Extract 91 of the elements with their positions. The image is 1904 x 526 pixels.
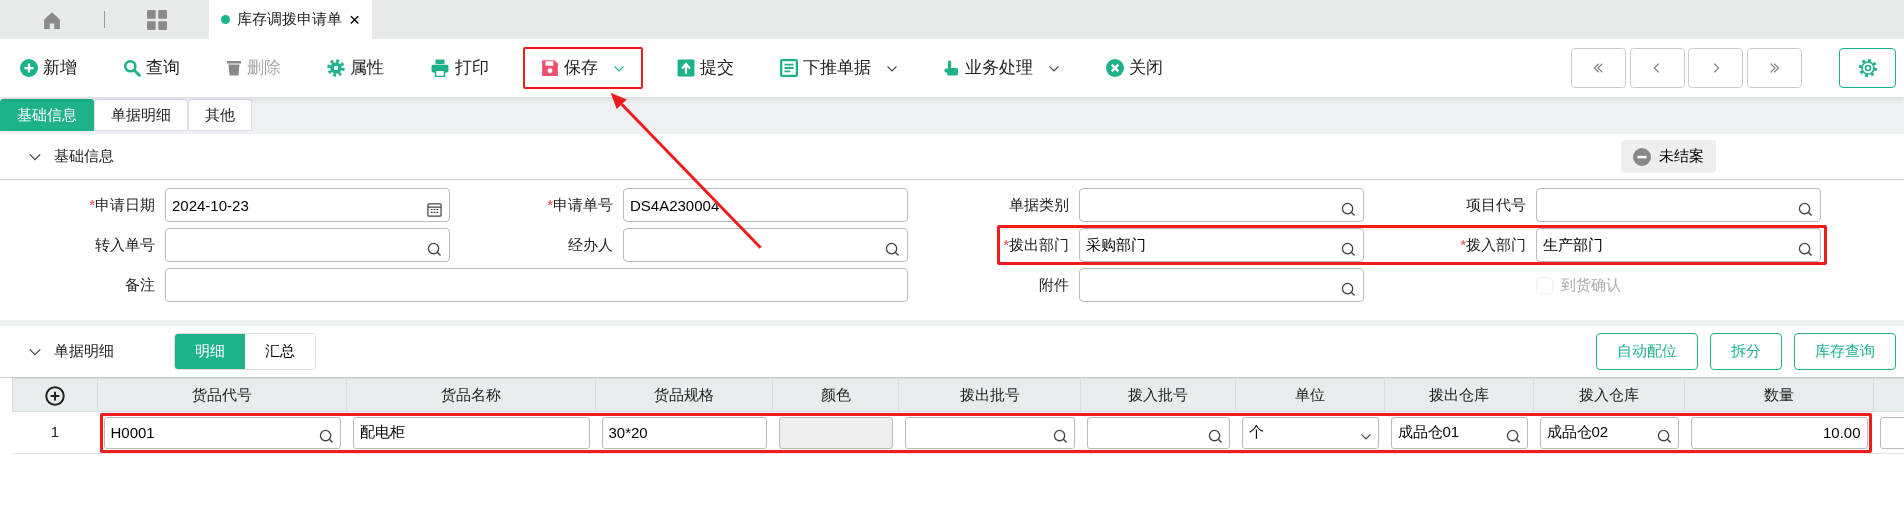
input-field[interactable]: 配电柜 — [352, 416, 590, 449]
field-label: *拨出部门 — [1003, 234, 1069, 255]
print-button[interactable]: 打印 — [418, 47, 501, 89]
status-dot-icon — [221, 15, 230, 24]
input-field[interactable] — [904, 416, 1075, 449]
field-label: 备注 — [125, 274, 155, 295]
column-header: 货品规格 — [595, 378, 773, 412]
input-field[interactable]: 2024-10-23 — [165, 188, 450, 222]
home-icon — [42, 10, 62, 29]
field-label: *拨入部门 — [1460, 234, 1526, 255]
checkbox-label: 到货确认 — [1561, 274, 1621, 295]
input-field[interactable] — [1079, 268, 1364, 302]
column-header: 颜色 — [772, 378, 899, 412]
search-icon — [1341, 281, 1356, 297]
section-title: 基础信息 — [54, 146, 114, 167]
printer-icon — [430, 59, 450, 77]
section-title: 单据明细 — [54, 341, 114, 362]
field-label: 经办人 — [568, 234, 613, 255]
column-header: 数量 — [1684, 378, 1874, 412]
next-button[interactable] — [1688, 48, 1744, 88]
upload-icon — [677, 59, 695, 77]
input-field[interactable]: 10.00 — [1690, 416, 1868, 449]
field-label: *申请单号 — [547, 194, 613, 215]
close-button[interactable]: × — [349, 10, 361, 29]
add-icon — [20, 59, 38, 77]
close-icon — [1106, 59, 1124, 77]
previous-button[interactable] — [1629, 48, 1685, 88]
input-field[interactable]: 成品仓01 — [1390, 416, 1528, 449]
first-page-button[interactable] — [1570, 48, 1626, 88]
minus-circle-icon — [1633, 147, 1651, 166]
search-icon — [1052, 429, 1068, 445]
document-tab[interactable]: 库存调拨申请单 × — [209, 0, 373, 39]
input-field[interactable] — [165, 268, 908, 302]
select-field[interactable]: 个 — [1241, 416, 1379, 449]
input-field[interactable]: 生产部门 — [1536, 228, 1821, 262]
form-tab[interactable]: 其他 — [188, 99, 252, 131]
search-icon — [1341, 241, 1356, 257]
column-header: 拨入批号 — [1080, 378, 1236, 412]
search-icon — [1341, 201, 1356, 217]
pointing-hand-icon — [944, 58, 960, 78]
search-icon — [1207, 429, 1223, 445]
column-header: 拨入仓库 — [1533, 378, 1685, 412]
last-page-button[interactable] — [1747, 48, 1802, 88]
field-label: 项目代号 — [1466, 194, 1526, 215]
column-header: 货品名称 — [346, 378, 596, 412]
status-button[interactable]: 未结案 — [1621, 140, 1716, 173]
input-field[interactable] — [1536, 188, 1821, 222]
settings-button[interactable] — [1839, 48, 1896, 88]
push-button[interactable]: 下推单据 — [768, 47, 910, 89]
column-header: 拨出批号 — [898, 378, 1081, 412]
field-label: 单据类别 — [1009, 194, 1069, 215]
field-label: 附件 — [1039, 274, 1069, 295]
search-icon — [885, 241, 900, 257]
column-header: 单位 — [1235, 378, 1385, 412]
calendar-icon — [427, 201, 442, 217]
search-icon — [1505, 429, 1521, 445]
input-field[interactable]: 采购部门 — [1079, 228, 1364, 262]
input-field[interactable]: 30*20 — [601, 416, 767, 449]
column-header: 拨出仓库 — [1384, 378, 1534, 412]
document-icon — [780, 59, 798, 77]
gear-icon — [327, 59, 345, 77]
search-icon — [1656, 429, 1672, 445]
search-icon — [427, 241, 442, 257]
field-label: 转入单号 — [95, 234, 155, 255]
add-row-icon[interactable] — [45, 385, 65, 406]
add-button[interactable]: 新增 — [8, 47, 89, 89]
query-button[interactable]: 查询 — [111, 47, 192, 89]
input-field[interactable]: DS4A230004 — [623, 188, 908, 222]
tab-label: 库存调拨申请单 — [237, 9, 342, 30]
process-button[interactable]: 业务处理 — [932, 47, 1072, 89]
submit-button[interactable]: 提交 — [665, 47, 746, 89]
trash-icon — [226, 59, 242, 77]
field-label: *申请日期 — [89, 194, 155, 215]
input-field[interactable] — [165, 228, 450, 262]
input-field[interactable] — [1086, 416, 1230, 449]
save-button[interactable]: 保存 — [523, 47, 643, 89]
input-field[interactable]: 成品仓02 — [1539, 416, 1679, 449]
close-button[interactable]: 关闭 — [1094, 47, 1175, 89]
form-tab[interactable]: 单据明细 — [94, 99, 188, 131]
search-icon — [318, 429, 334, 445]
settings-icon — [1857, 58, 1878, 78]
grid-icon — [147, 9, 167, 30]
properties-button[interactable]: 属性 — [315, 47, 396, 89]
input-field[interactable] — [1079, 188, 1364, 222]
search-icon — [123, 59, 141, 77]
search-icon — [1798, 241, 1813, 257]
search-icon — [1798, 201, 1813, 217]
input-field[interactable] — [623, 228, 908, 262]
row-number: 1 — [12, 411, 98, 454]
input-field[interactable]: H0001 — [103, 416, 341, 449]
column-header: 货品代号 — [97, 378, 347, 412]
